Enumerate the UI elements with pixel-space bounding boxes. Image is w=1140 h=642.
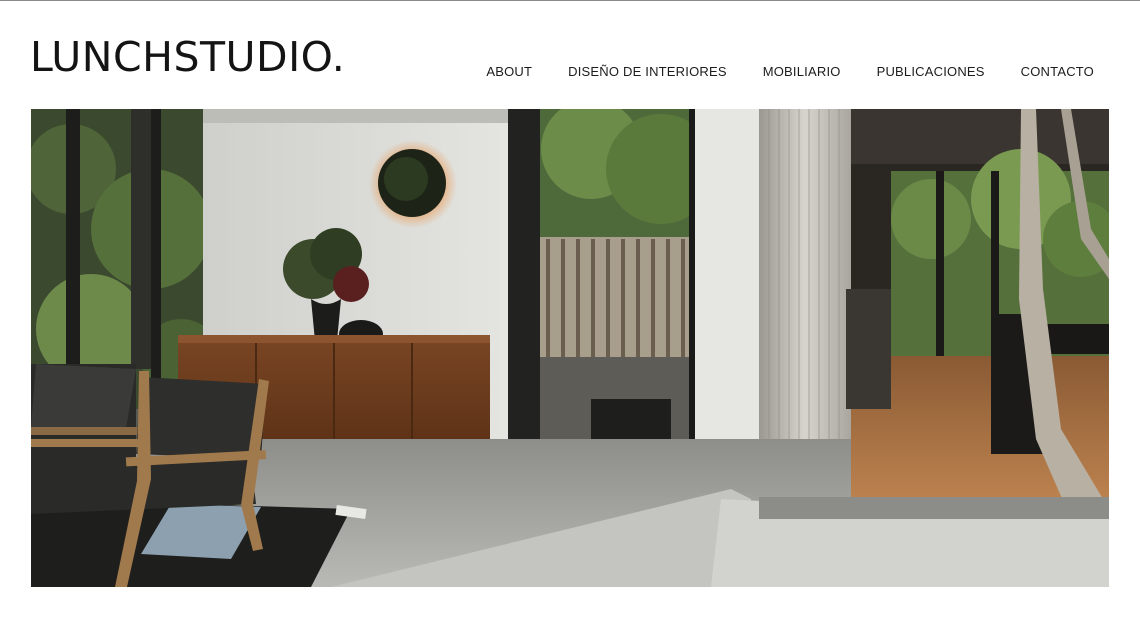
nav-contacto[interactable]: CONTACTO bbox=[1021, 64, 1094, 79]
nav-about[interactable]: ABOUT bbox=[486, 64, 532, 79]
nav-publicaciones[interactable]: PUBLICACIONES bbox=[877, 64, 985, 79]
nav-diseno-de-interiores[interactable]: DISEÑO DE INTERIORES bbox=[568, 64, 727, 79]
vase bbox=[311, 299, 341, 341]
main-nav: ABOUT DISEÑO DE INTERIORES MOBILIARIO PU… bbox=[486, 64, 1094, 79]
armchair-front bbox=[136, 377, 266, 459]
nav-mobiliario[interactable]: MOBILIARIO bbox=[763, 64, 841, 79]
logo-link[interactable]: LUNCHSTUDIO. bbox=[30, 37, 345, 78]
door-frame bbox=[508, 109, 540, 471]
interior-photo bbox=[31, 109, 1109, 587]
hero-image bbox=[31, 109, 1109, 587]
page: LUNCHSTUDIO. ABOUT DISEÑO DE INTERIORES … bbox=[0, 0, 1140, 642]
